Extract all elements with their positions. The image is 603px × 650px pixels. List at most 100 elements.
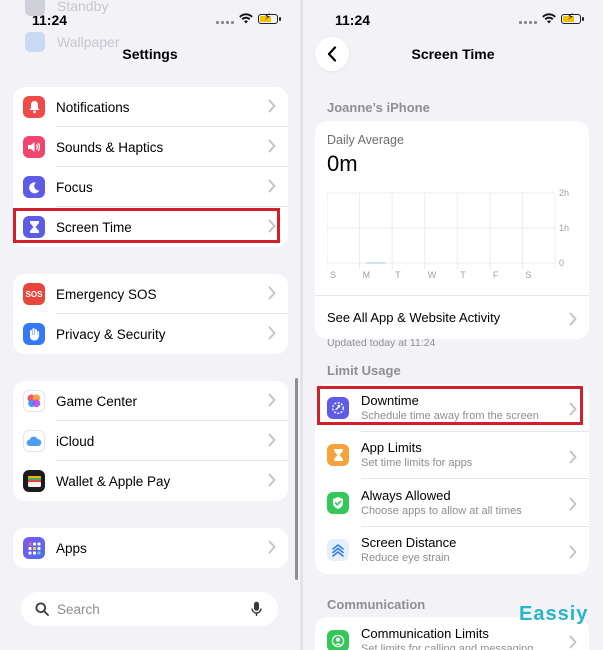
settings-group-4: Apps (13, 528, 288, 568)
wifi-icon (239, 13, 253, 24)
daily-average-card: Daily Average 0m 2h 1h 0 S M T W T F S See All Ap… (315, 121, 589, 339)
chart-category-label: T (395, 270, 401, 280)
scrollbar[interactable] (295, 378, 298, 580)
search-field[interactable]: Search (21, 592, 278, 626)
settings-item-label: Privacy & Security (56, 326, 166, 342)
signal-icon (216, 14, 234, 24)
chart-category-label: W (428, 270, 437, 280)
daily-average-value: 0m (327, 151, 358, 176)
battery-icon: ⚡ (561, 12, 584, 24)
limit-item-title: Always Allowed (361, 487, 451, 503)
comm-item-subtitle: Set limits for calling and messaging (361, 642, 534, 650)
screen-time-pane: 11:24 ⚡ Screen Time Joanne’s iPhone Dail… (303, 0, 603, 650)
status-icons: ⚡ (216, 12, 281, 24)
chevron-right-icon (268, 179, 276, 193)
settings-item-label: Focus (56, 179, 93, 195)
usage-chart: 2h 1h 0 S M T W T F S (327, 188, 569, 280)
settings-item-icloud[interactable]: iCloud (13, 421, 288, 461)
screen: 11:24 ⚡ Standby Wallpaper Settings Notif… (0, 0, 603, 650)
chevron-right-icon (268, 326, 276, 340)
chevron-right-icon (569, 497, 577, 511)
status-icons: ⚡ (519, 12, 584, 24)
chart-category-label: S (525, 270, 531, 280)
wifi-icon (542, 13, 556, 24)
settings-item-label: Wallet & Apple Pay (56, 473, 171, 489)
chevron-right-icon (268, 139, 276, 153)
chevron-right-icon (268, 99, 276, 113)
chart-y-tick-label: 2h (559, 188, 569, 198)
comm-item-title: Communication Limits (361, 625, 489, 641)
battery-icon: ⚡ (258, 12, 281, 24)
status-bar: 11:24 ⚡ (303, 10, 603, 30)
settings-group-2: SOS Emergency SOS Privacy & Security (13, 274, 288, 354)
signal-icon (519, 14, 537, 24)
settings-item-label: iCloud (56, 433, 95, 449)
chart-category-label: S (330, 270, 336, 280)
status-time: 11:24 (335, 12, 371, 28)
limit-item-title: App Limits (361, 440, 422, 456)
chart-y-tick-label: 1h (559, 223, 569, 233)
daily-average-label: Daily Average (327, 133, 404, 147)
settings-item-label: Notifications (56, 99, 130, 115)
settings-item-label: Sounds & Haptics (56, 139, 164, 155)
settings-item-label: Emergency SOS (56, 286, 157, 302)
settings-item-label: Apps (56, 540, 87, 556)
limit-usage-header: Limit Usage (327, 363, 401, 378)
apps-grid-icon (23, 537, 45, 559)
see-all-activity-label: See All App & Website Activity (327, 310, 501, 325)
checkmark-shield-icon (327, 491, 349, 514)
settings-item-notifications[interactable]: Notifications (13, 87, 288, 127)
microphone-icon[interactable] (251, 601, 262, 617)
settings-pane: 11:24 ⚡ Standby Wallpaper Settings Notif… (0, 0, 300, 650)
chevrons-up-icon (327, 539, 349, 562)
sos-icon: SOS (23, 283, 45, 305)
limit-item-subtitle: Set time limits for apps (361, 457, 473, 470)
highlight-screen-time (13, 208, 280, 243)
chevron-right-icon (569, 312, 577, 326)
search-placeholder: Search (57, 601, 100, 617)
hand-icon (23, 323, 45, 345)
updated-timestamp: Updated today at 11:24 (327, 337, 436, 349)
wallet-icon (23, 470, 45, 492)
settings-item-game-center[interactable]: Game Center (13, 381, 288, 421)
chevron-right-icon (268, 286, 276, 300)
speaker-icon (23, 136, 45, 158)
chart-category-label: M (363, 270, 371, 280)
moon-icon (23, 176, 45, 198)
page-title: Screen Time (411, 46, 495, 62)
bell-icon (23, 96, 45, 118)
cloud-icon (23, 430, 45, 452)
settings-item-apps[interactable]: Apps (13, 528, 288, 568)
settings-item-sounds-haptics[interactable]: Sounds & Haptics (13, 127, 288, 167)
chevron-right-icon (569, 450, 577, 463)
chevron-right-icon (268, 540, 276, 554)
hourglass-icon (327, 444, 349, 467)
limit-item-subtitle: Choose apps to allow at all times (361, 504, 522, 517)
person-circle-icon (327, 629, 349, 650)
device-header: Joanne’s iPhone (327, 100, 430, 115)
page-title: Settings (122, 46, 178, 62)
limit-item-always-allowed[interactable]: Always Allowed Choose apps to allow at a… (315, 479, 589, 527)
chevron-right-icon (268, 473, 276, 487)
watermark-logo: Eassiy (519, 603, 589, 625)
chevron-right-icon (569, 635, 577, 649)
settings-group-3: Game Center iCloud Wallet & Apple Pay (13, 381, 288, 501)
settings-item-wallet-apple-pay[interactable]: Wallet & Apple Pay (13, 461, 288, 501)
limit-item-screen-distance[interactable]: Screen Distance Reduce eye strain (315, 527, 589, 575)
chart-category-label: F (493, 270, 499, 280)
limit-item-app-limits[interactable]: App Limits Set time limits for apps (315, 432, 589, 479)
limit-item-subtitle: Reduce eye strain (361, 552, 450, 565)
search-icon (35, 602, 49, 616)
limit-item-title: Screen Distance (361, 535, 457, 551)
settings-item-emergency-sos[interactable]: SOS Emergency SOS (13, 274, 288, 314)
settings-item-focus[interactable]: Focus (13, 167, 288, 207)
communication-header: Communication (327, 597, 426, 612)
chart-y-tick-label: 0 (559, 258, 564, 268)
see-all-activity-button[interactable]: See All App & Website Activity (315, 295, 589, 339)
chevron-right-icon (268, 433, 276, 447)
highlight-downtime (317, 386, 583, 425)
settings-item-privacy-security[interactable]: Privacy & Security (13, 314, 288, 354)
faded-row-standby: Standby (25, 0, 108, 16)
chevron-right-icon (268, 393, 276, 407)
chart-category-label: T (460, 270, 466, 280)
